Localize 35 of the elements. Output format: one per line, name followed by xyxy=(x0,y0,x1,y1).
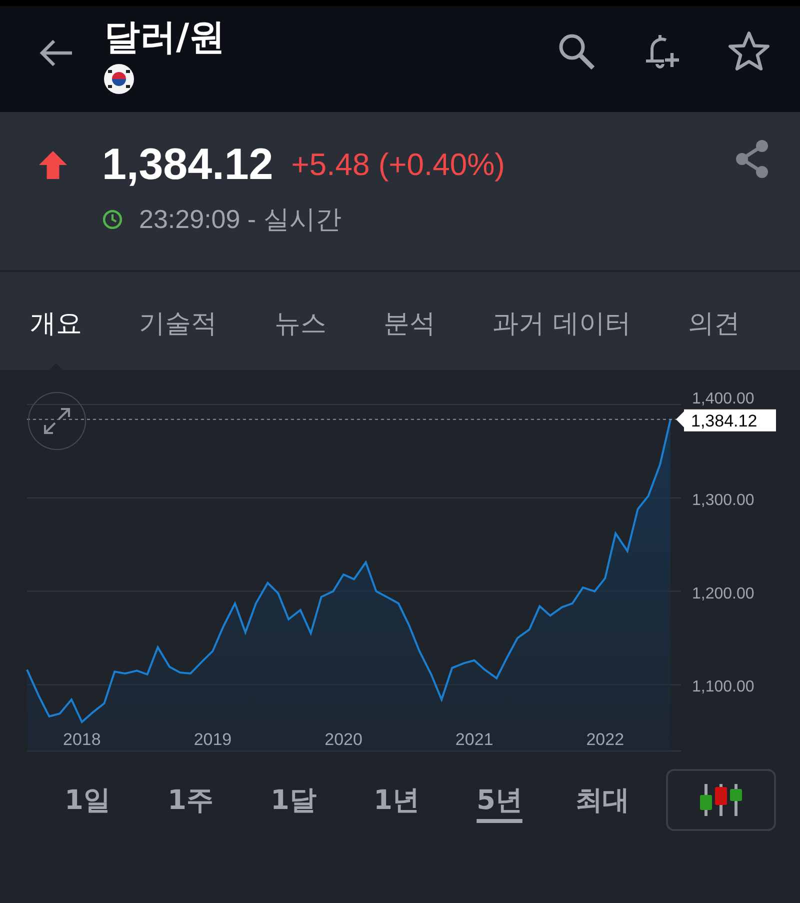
y-axis-label: 1,100.00 xyxy=(692,678,754,696)
expand-button[interactable] xyxy=(28,392,86,450)
price-value: 1,384.12 xyxy=(102,140,274,190)
star-icon[interactable] xyxy=(728,30,770,72)
flag-icon xyxy=(104,64,134,94)
range-tab[interactable]: 1일 xyxy=(36,776,139,824)
price-change: +5.48 (+0.40%) xyxy=(291,147,505,183)
x-axis-label: 2021 xyxy=(455,730,494,749)
range-tab[interactable]: 1년 xyxy=(345,776,448,824)
y-axis-label: 1,200.00 xyxy=(692,585,754,602)
tab[interactable]: 의견 xyxy=(688,272,740,370)
expand-icon xyxy=(42,406,72,436)
x-axis-label: 2019 xyxy=(194,730,232,749)
candlestick-icon xyxy=(699,783,743,817)
share-icon[interactable] xyxy=(734,139,770,179)
range-tab[interactable]: 5년 xyxy=(448,776,551,824)
tab[interactable]: 과거 데이터 xyxy=(492,272,631,370)
range-tab[interactable]: 1달 xyxy=(242,776,345,824)
range-tab[interactable]: 1주 xyxy=(139,776,242,824)
tab[interactable]: 뉴스 xyxy=(274,272,326,370)
range-tab[interactable]: 최대 xyxy=(551,776,654,824)
y-axis-label: 1,300.00 xyxy=(692,492,754,509)
price-tag: 1,384.12 xyxy=(676,409,776,432)
y-axis-label: 1,400.00 xyxy=(692,390,754,408)
clock-icon xyxy=(102,209,123,230)
page-title: 달러/원 xyxy=(104,16,226,60)
ref-line-label: 1,384.12 xyxy=(691,411,758,430)
x-axis-label: 2020 xyxy=(324,730,362,749)
x-axis-label: 2018 xyxy=(63,730,101,749)
tab[interactable]: 개요 xyxy=(30,272,82,370)
chart-type-button[interactable] xyxy=(666,769,776,831)
tab[interactable]: 분석 xyxy=(383,272,436,370)
x-axis-label: 2022 xyxy=(586,730,624,749)
tab[interactable]: 기술적 xyxy=(139,272,218,370)
update-time: 23:29:09 - 실시간 xyxy=(139,203,342,236)
